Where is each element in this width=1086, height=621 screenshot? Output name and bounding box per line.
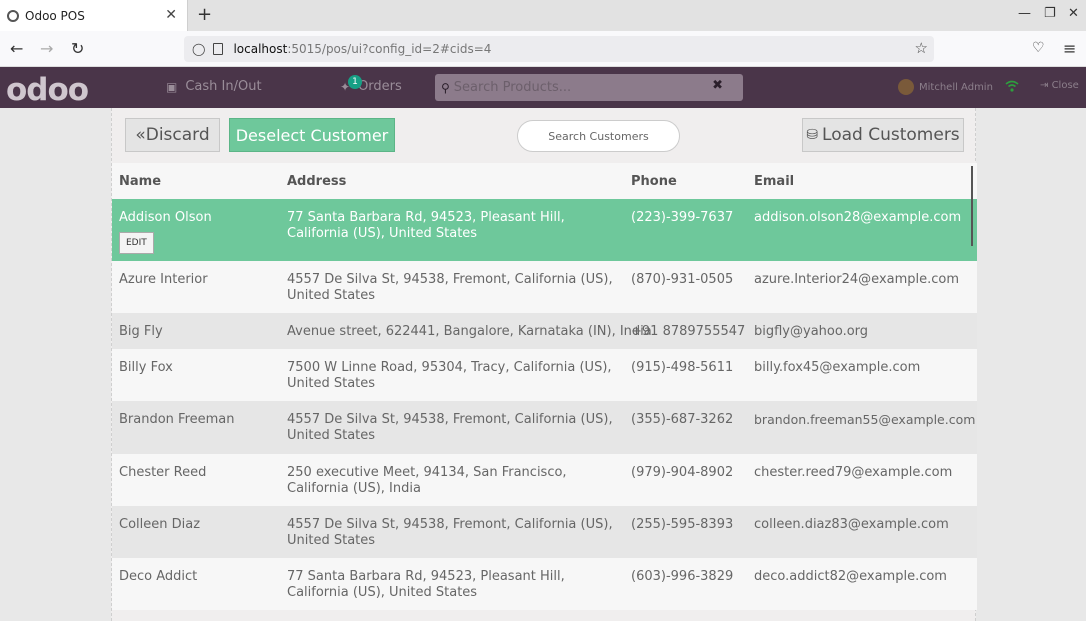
table-row[interactable]: Billy Fox 7500 W Linne Road, 95304, Trac… (112, 349, 977, 401)
browser-tab[interactable]: Odoo POS ✕ (0, 0, 188, 31)
customer-phone: (915)-498-5611 (631, 360, 734, 375)
database-icon: ⛁ (806, 127, 819, 143)
customer-name: Billy Fox (119, 360, 173, 375)
discard-button[interactable]: «Discard (125, 118, 220, 152)
url-path: :5015/pos/ui?config_id=2#cids=4 (287, 42, 492, 56)
load-label: Load Customers (822, 125, 960, 145)
money-icon: ▣ (166, 79, 178, 94)
deselect-customer-button[interactable]: Deselect Customer (229, 118, 395, 152)
customer-email: billy.fox45@example.com (754, 360, 921, 375)
customer-email: azure.Interior24@example.com (754, 272, 960, 287)
customer-name: Big Fly (119, 324, 163, 339)
customer-address: 77 Santa Barbara Rd, 94523, Pleasant Hil… (287, 569, 565, 600)
customer-phone: (355)-687-3262 (631, 412, 734, 427)
close-session-button[interactable]: ⇥ Close (1040, 80, 1079, 91)
load-customers-button[interactable]: ⛁ Load Customers (802, 118, 964, 152)
discard-label: Discard (145, 125, 210, 145)
sign-out-icon: ⇥ (1040, 80, 1052, 91)
cash-label: Cash In/Out (185, 79, 262, 94)
cash-in-out-button[interactable]: ▣ Cash In/Out (166, 79, 262, 94)
product-search-input[interactable]: Search Products... (454, 80, 571, 95)
circle-icon (7, 9, 19, 22)
forward-icon[interactable]: → (40, 39, 53, 58)
customer-name: Brandon Freeman (119, 412, 235, 427)
customer-phone: (223)-399-7637 (631, 210, 734, 225)
customer-address: 7500 W Linne Road, 95304, Tracy, Califor… (287, 360, 612, 391)
odoo-logo: odoo (6, 72, 89, 108)
customer-address: Avenue street, 622441, Bangalore, Karnat… (287, 324, 652, 339)
customer-name: Azure Interior (119, 272, 208, 287)
customer-phone: +91 8789755547 (631, 324, 746, 339)
table-row[interactable]: Brandon Freeman 4557 De Silva St, 94538,… (112, 401, 977, 454)
product-search[interactable]: ⚲ Search Products... ✖ (435, 74, 743, 101)
customer-address: 4557 De Silva St, 94538, Fremont, Califo… (287, 272, 613, 303)
browser-tabbar: Odoo POS ✕ + — ❐ ✕ (0, 0, 1086, 31)
pos-header: odoo ▣ Cash In/Out ✦ Orders 1 ⚲ Search P… (0, 67, 1086, 108)
restore-icon[interactable]: ❐ (1044, 6, 1056, 21)
customer-phone: (603)-996-3829 (631, 569, 734, 584)
search-icon: ⚲ (441, 80, 450, 95)
table-row[interactable]: Azure Interior 4557 De Silva St, 94538, … (112, 261, 977, 313)
minimize-icon[interactable]: — (1018, 6, 1031, 21)
window-close-icon[interactable]: ✕ (1068, 6, 1079, 21)
header-email: Email (754, 173, 795, 189)
customer-phone: (255)-595-8393 (631, 517, 734, 532)
page-icon (213, 43, 224, 55)
customer-email: deco.addict82@example.com (754, 569, 947, 584)
table-row[interactable]: Chester Reed 250 executive Meet, 94134, … (112, 454, 977, 506)
close-label: Close (1051, 80, 1079, 91)
customer-table: Name Address Phone Email Addison Olson E… (112, 163, 977, 610)
customer-address: 77 Santa Barbara Rd, 94523, Pleasant Hil… (287, 210, 565, 241)
header-address: Address (287, 173, 347, 189)
browser-navbar: ← → ↻ ◯ localhost :5015/pos/ui?config_id… (0, 31, 1086, 67)
customer-address: 4557 De Silva St, 94538, Fremont, Califo… (287, 412, 613, 443)
customer-phone: (870)-931-0505 (631, 272, 734, 287)
header-phone: Phone (631, 173, 677, 189)
wifi-icon (1005, 80, 1019, 92)
tab-title: Odoo POS (25, 8, 85, 23)
url-host: localhost (233, 42, 288, 56)
close-icon[interactable]: ✕ (165, 7, 177, 23)
table-row[interactable]: Big Fly Avenue street, 622441, Bangalore… (112, 313, 977, 349)
table-header: Name Address Phone Email (112, 163, 977, 199)
customer-name: Chester Reed (119, 465, 207, 480)
avatar (898, 79, 914, 95)
customer-email: bigfly@yahoo.org (754, 324, 869, 339)
customer-toolbar: «Discard Deselect Customer Search Custom… (112, 108, 977, 163)
menu-icon[interactable]: ≡ (1063, 39, 1076, 58)
table-row[interactable]: Addison Olson EDIT 77 Santa Barbara Rd, … (112, 199, 977, 261)
table-row[interactable]: Deco Addict 77 Santa Barbara Rd, 94523, … (112, 558, 977, 610)
bookmark-star-icon[interactable]: ☆ (915, 39, 928, 57)
new-tab-icon[interactable]: + (197, 4, 212, 25)
user-name: Mitchell Admin (919, 81, 993, 93)
customer-email: brandon.freeman55@example.com (754, 412, 976, 427)
customer-email: chester.reed79@example.com (754, 465, 953, 480)
customer-email: colleen.diaz83@example.com (754, 517, 949, 532)
edit-customer-button[interactable]: EDIT (119, 232, 154, 254)
shield-icon[interactable]: ◯ (192, 42, 205, 56)
orders-count-badge: 1 (348, 75, 362, 89)
customer-address: 250 executive Meet, 94134, San Francisco… (287, 465, 567, 496)
url-bar[interactable]: ◯ localhost :5015/pos/ui?config_id=2#cid… (184, 36, 934, 62)
customer-email: addison.olson28@example.com (754, 210, 962, 225)
customer-list-screen: «Discard Deselect Customer Search Custom… (111, 108, 977, 621)
deselect-label: Deselect Customer (235, 125, 389, 145)
customer-name: Colleen Diaz (119, 517, 201, 532)
customer-address: 4557 De Silva St, 94538, Fremont, Califo… (287, 517, 613, 548)
customer-search-input[interactable]: Search Customers (517, 120, 680, 152)
back-icon[interactable]: ← (10, 39, 23, 58)
customer-phone: (979)-904-8902 (631, 465, 734, 480)
scrollbar[interactable] (971, 166, 973, 246)
pocket-icon[interactable]: ♡ (1032, 40, 1045, 56)
double-left-icon: « (135, 125, 146, 145)
header-name: Name (119, 173, 162, 189)
orders-label: Orders (358, 79, 402, 94)
reload-icon[interactable]: ↻ (71, 39, 84, 58)
clear-search-icon[interactable]: ✖ (712, 78, 723, 93)
customer-name: Deco Addict (119, 569, 198, 584)
customer-name: Addison Olson (119, 210, 212, 225)
table-row[interactable]: Colleen Diaz 4557 De Silva St, 94538, Fr… (112, 506, 977, 558)
user-menu[interactable]: Mitchell Admin (898, 79, 993, 95)
